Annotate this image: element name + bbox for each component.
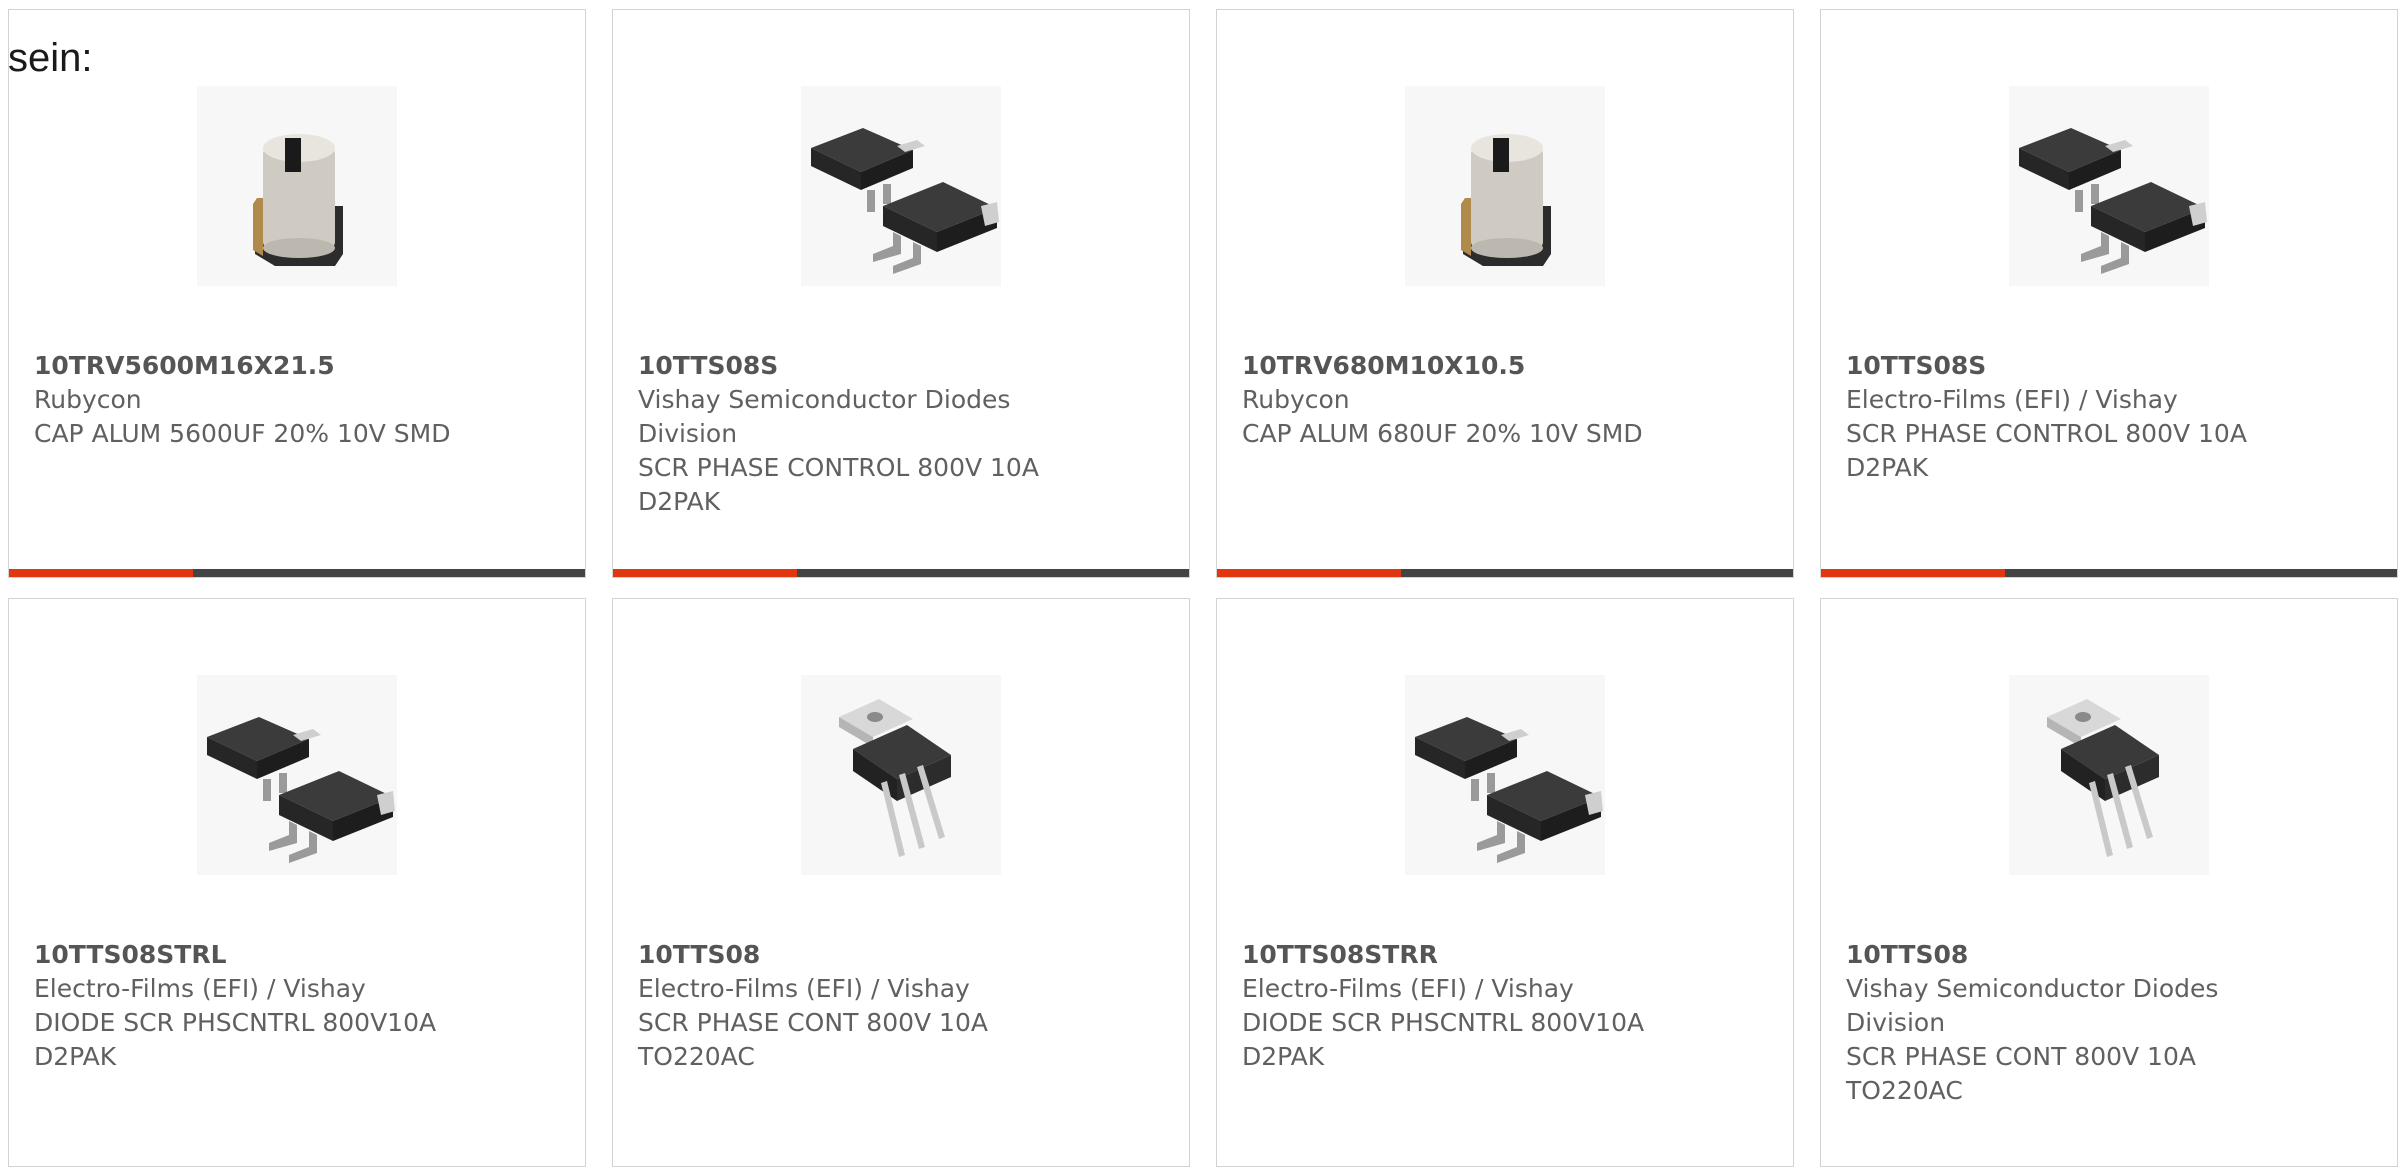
- card-bottom-bar: [9, 569, 585, 577]
- description-line: TO220AC: [1846, 1076, 1963, 1105]
- d2pak-icon: [2009, 86, 2209, 286]
- card-accent: [613, 569, 797, 577]
- part-number[interactable]: 10TRV680M10X10.5: [1242, 349, 1682, 383]
- product-info: 10TRV680M10X10.5 Rubycon CAP ALUM 680UF …: [1242, 349, 1682, 451]
- part-number[interactable]: 10TTS08STRR: [1242, 938, 1682, 972]
- product-info: 10TTS08STRR Electro-Films (EFI) / Vishay…: [1242, 938, 1682, 1074]
- description-line: D2PAK: [1242, 1042, 1325, 1071]
- part-number[interactable]: 10TTS08: [638, 938, 1078, 972]
- description-line: DIODE SCR PHSCNTRL 800V10A: [1242, 1008, 1645, 1037]
- manufacturer: Electro-Films (EFI) / Vishay: [1846, 385, 2178, 414]
- description-line: SCR PHASE CONTROL 800V 10A: [1846, 419, 2247, 448]
- description-line: Division: [1846, 1008, 1946, 1037]
- part-number[interactable]: 10TTS08STRL: [34, 938, 474, 972]
- product-info: 10TTS08S Electro-Films (EFI) / Vishay SC…: [1846, 349, 2286, 485]
- product-card[interactable]: 10TRV5600M16X21.5 Rubycon CAP ALUM 5600U…: [8, 9, 586, 578]
- part-number[interactable]: 10TTS08S: [638, 349, 1078, 383]
- product-info: 10TRV5600M16X21.5 Rubycon CAP ALUM 5600U…: [34, 349, 474, 451]
- description-line: SCR PHASE CONT 800V 10A: [638, 1008, 988, 1037]
- product-card[interactable]: 10TTS08 Vishay Semiconductor Diodes Divi…: [1820, 598, 2398, 1167]
- product-image[interactable]: [197, 675, 397, 875]
- card-bottom-bar: [613, 569, 1189, 577]
- manufacturer: Electro-Films (EFI) / Vishay: [1242, 974, 1574, 1003]
- product-card[interactable]: 10TTS08STRL Electro-Films (EFI) / Vishay…: [8, 598, 586, 1167]
- card-bottom-bar: [1217, 569, 1793, 577]
- part-number[interactable]: 10TRV5600M16X21.5: [34, 349, 474, 383]
- card-accent: [1821, 569, 2005, 577]
- product-card[interactable]: 10TTS08STRR Electro-Films (EFI) / Vishay…: [1216, 598, 1794, 1167]
- d2pak-icon: [801, 86, 1001, 286]
- manufacturer: Vishay Semiconductor Diodes: [638, 385, 1011, 414]
- product-image[interactable]: [2009, 675, 2209, 875]
- manufacturer: Electro-Films (EFI) / Vishay: [638, 974, 970, 1003]
- product-image[interactable]: [2009, 86, 2209, 286]
- product-card[interactable]: 10TTS08S Electro-Films (EFI) / Vishay SC…: [1820, 9, 2398, 578]
- description-line: SCR PHASE CONTROL 800V 10A: [638, 453, 1039, 482]
- electrolytic-capacitor-icon: [1405, 86, 1605, 286]
- product-info: 10TTS08 Vishay Semiconductor Diodes Divi…: [1846, 938, 2286, 1108]
- manufacturer: Rubycon: [34, 385, 142, 414]
- product-card[interactable]: 10TTS08 Electro-Films (EFI) / Vishay SCR…: [612, 598, 1190, 1167]
- to220-icon: [801, 675, 1001, 875]
- product-image[interactable]: [801, 86, 1001, 286]
- d2pak-icon: [197, 675, 397, 875]
- product-info: 10TTS08STRL Electro-Films (EFI) / Vishay…: [34, 938, 474, 1074]
- electrolytic-capacitor-icon: [197, 86, 397, 286]
- d2pak-icon: [1405, 675, 1605, 875]
- product-card[interactable]: 10TTS08S Vishay Semiconductor Diodes Div…: [612, 9, 1190, 578]
- description-line: D2PAK: [638, 487, 721, 516]
- part-number[interactable]: 10TTS08: [1846, 938, 2286, 972]
- description-line: CAP ALUM 5600UF 20% 10V SMD: [34, 419, 451, 448]
- description-line: TO220AC: [638, 1042, 755, 1071]
- description-line: CAP ALUM 680UF 20% 10V SMD: [1242, 419, 1643, 448]
- description-line: SCR PHASE CONT 800V 10A: [1846, 1042, 2196, 1071]
- product-grid: 10TRV5600M16X21.5 Rubycon CAP ALUM 5600U…: [8, 9, 2398, 1167]
- intro-text: sein:: [8, 36, 93, 80]
- description-line: D2PAK: [1846, 453, 1929, 482]
- product-image[interactable]: [1405, 86, 1605, 286]
- product-image[interactable]: [801, 675, 1001, 875]
- manufacturer: Vishay Semiconductor Diodes: [1846, 974, 2219, 1003]
- product-image[interactable]: [197, 86, 397, 286]
- card-accent: [1217, 569, 1401, 577]
- description-line: DIODE SCR PHSCNTRL 800V10A: [34, 1008, 437, 1037]
- card-bottom-bar: [1821, 569, 2397, 577]
- description-line: Division: [638, 419, 738, 448]
- product-card[interactable]: 10TRV680M10X10.5 Rubycon CAP ALUM 680UF …: [1216, 9, 1794, 578]
- description-line: D2PAK: [34, 1042, 117, 1071]
- manufacturer: Rubycon: [1242, 385, 1350, 414]
- product-info: 10TTS08S Vishay Semiconductor Diodes Div…: [638, 349, 1078, 519]
- manufacturer: Electro-Films (EFI) / Vishay: [34, 974, 366, 1003]
- product-image[interactable]: [1405, 675, 1605, 875]
- to220-icon: [2009, 675, 2209, 875]
- part-number[interactable]: 10TTS08S: [1846, 349, 2286, 383]
- product-info: 10TTS08 Electro-Films (EFI) / Vishay SCR…: [638, 938, 1078, 1074]
- card-accent: [9, 569, 193, 577]
